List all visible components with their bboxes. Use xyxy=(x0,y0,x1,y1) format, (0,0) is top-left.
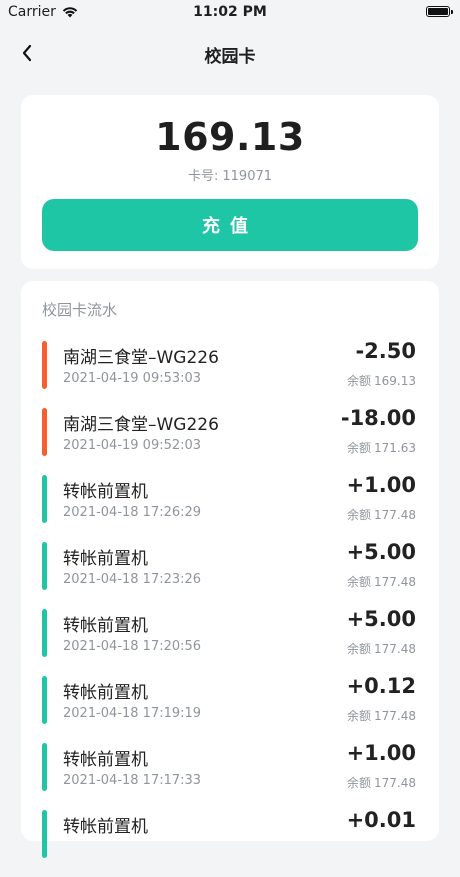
transaction-time: 2021-04-18 17:19:19 xyxy=(63,706,202,721)
list-item[interactable]: 南湖三食堂–WG226 2021-04-19 09:52:03 -18.00 余额 17… xyxy=(21,406,439,475)
transaction-time: 2021-04-18 17:17:33 xyxy=(63,773,202,788)
card-number-value: 119071 xyxy=(222,169,273,184)
transaction-time: 2021-04-18 17:23:26 xyxy=(63,572,202,587)
list-item[interactable]: 转帐前置机 2021-04-18 17:23:26 +5.00 余额 177.48 xyxy=(21,540,439,609)
transaction-amount: +0.01 xyxy=(346,808,416,832)
transaction-merchant: 转帐前置机 xyxy=(63,817,148,837)
transaction-type-bar xyxy=(42,609,47,657)
transaction-remaining: 余额 177.48 xyxy=(347,707,416,724)
transaction-remaining: 余额 177.48 xyxy=(347,573,416,590)
transaction-time: 2021-04-19 09:53:03 xyxy=(63,371,202,386)
remaining-label: 余额 xyxy=(346,709,371,723)
transaction-merchant: 转帐前置机 xyxy=(63,750,148,770)
remaining-label: 余额 xyxy=(346,776,371,790)
transaction-amount: +0.12 xyxy=(346,674,416,698)
transaction-amount: +5.00 xyxy=(346,607,416,631)
transaction-section-title: 校园卡流水 xyxy=(42,301,118,319)
list-item[interactable]: 南湖三食堂–WG226 2021-04-19 09:53:03 -2.50 余额 169… xyxy=(21,339,439,408)
status-time: 11:02 PM xyxy=(193,4,267,20)
remaining-value: 177.48 xyxy=(374,642,416,656)
transaction-remaining: 余额 177.48 xyxy=(347,640,416,657)
recharge-button[interactable]: 充值 xyxy=(42,199,418,251)
transaction-merchant: 南湖三食堂–WG226 xyxy=(63,348,219,368)
transaction-remaining: 余额 171.63 xyxy=(347,439,416,456)
remaining-label: 余额 xyxy=(346,374,371,388)
transaction-type-bar xyxy=(42,408,47,456)
transaction-amount: -2.50 xyxy=(355,339,416,363)
balance-amount: 169.13 xyxy=(155,115,305,159)
transaction-time: 2021-04-18 17:26:29 xyxy=(63,505,202,520)
transaction-list: 南湖三食堂–WG226 2021-04-19 09:53:03 -2.50 余额 169… xyxy=(21,339,439,877)
transaction-card: 校园卡流水 南湖三食堂–WG226 2021-04-19 09:53:03 -2.5… xyxy=(21,281,439,858)
transaction-type-bar xyxy=(42,475,47,523)
remaining-label: 余额 xyxy=(346,508,371,522)
transaction-merchant: 南湖三食堂–WG226 xyxy=(63,415,219,435)
page-title: 校园卡 xyxy=(204,47,256,67)
transaction-amount: +1.00 xyxy=(346,473,416,497)
list-item[interactable]: 转帐前置机 +0.01 xyxy=(21,808,439,877)
transaction-type-bar xyxy=(42,542,47,590)
list-item[interactable]: 转帐前置机 2021-04-18 17:17:33 +1.00 余额 177.48 xyxy=(21,741,439,810)
status-bar: Carrier 11:02 PM xyxy=(0,0,460,24)
remaining-label: 余额 xyxy=(346,441,371,455)
remaining-value: 177.48 xyxy=(374,776,416,790)
transaction-merchant: 转帐前置机 xyxy=(63,616,148,636)
transaction-time: 2021-04-18 17:20:56 xyxy=(63,639,202,654)
nav-bar: 校园卡 xyxy=(0,30,460,76)
transaction-type-bar xyxy=(42,676,47,724)
transaction-remaining: 余额 169.13 xyxy=(347,372,416,389)
remaining-value: 171.63 xyxy=(374,441,416,455)
remaining-value: 169.13 xyxy=(374,374,416,388)
card-number-row: 卡号: 119071 xyxy=(21,165,439,184)
remaining-value: 177.48 xyxy=(374,575,416,589)
transaction-type-bar xyxy=(42,743,47,791)
list-item[interactable]: 转帐前置机 2021-04-18 17:26:29 +1.00 余额 177.48 xyxy=(21,473,439,542)
card-number-label: 卡号: xyxy=(187,169,219,184)
transaction-remaining: 余额 177.48 xyxy=(347,506,416,523)
transaction-remaining: 余额 177.48 xyxy=(347,774,416,791)
list-item[interactable]: 转帐前置机 2021-04-18 17:20:56 +5.00 余额 177.48 xyxy=(21,607,439,676)
transaction-type-bar xyxy=(42,341,47,389)
transaction-amount: +1.00 xyxy=(346,741,416,765)
transaction-merchant: 转帐前置机 xyxy=(63,482,148,502)
transaction-time: 2021-04-19 09:52:03 xyxy=(63,438,202,453)
remaining-value: 177.48 xyxy=(374,709,416,723)
list-item[interactable]: 转帐前置机 2021-04-18 17:19:19 +0.12 余额 177.48 xyxy=(21,674,439,743)
remaining-label: 余额 xyxy=(346,642,371,656)
transaction-merchant: 转帐前置机 xyxy=(63,549,148,569)
balance-card: 169.13 卡号: 119071 充值 xyxy=(21,95,439,269)
battery-icon xyxy=(426,6,453,17)
remaining-value: 177.48 xyxy=(374,508,416,522)
transaction-amount: +5.00 xyxy=(346,540,416,564)
transaction-merchant: 转帐前置机 xyxy=(63,683,148,703)
transaction-type-bar xyxy=(42,810,47,858)
remaining-label: 余额 xyxy=(346,575,371,589)
transaction-amount: -18.00 xyxy=(340,406,416,430)
